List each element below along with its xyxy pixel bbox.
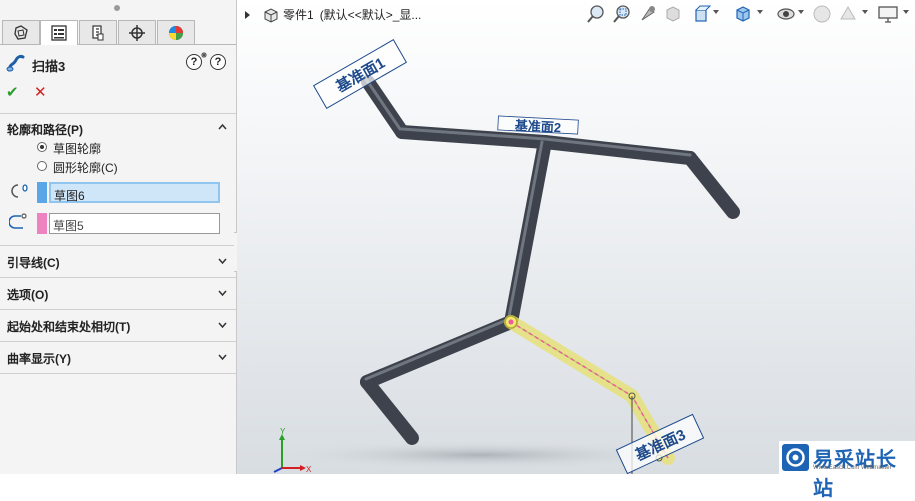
section-profile-path-title[interactable]: 轮廓和路径(P): [7, 121, 83, 138]
tube-segment[interactable]: [538, 135, 697, 165]
divider: [0, 341, 236, 342]
profile-color-swatch: [37, 182, 47, 203]
zoom-to-area-icon[interactable]: [612, 4, 632, 24]
path-field-value: 草图5: [53, 219, 84, 233]
plane-1-label[interactable]: 基准面1: [312, 39, 408, 109]
radio-circular-profile[interactable]: [37, 161, 47, 171]
tube-segment[interactable]: [504, 135, 552, 329]
panel-splitter[interactable]: [0, 0, 236, 16]
dropdown-caret[interactable]: [862, 10, 868, 14]
radio-sketch-profile-label[interactable]: 草图轮廓: [53, 140, 101, 157]
help-icon: ?: [190, 56, 198, 68]
help-topics-icon: ?: [214, 56, 222, 68]
display-manager-icon: [169, 25, 183, 40]
tab-configuration-manager[interactable]: [79, 20, 117, 44]
detailed-preview-icon: [201, 52, 207, 58]
watermark-title: 易采站长站: [813, 449, 897, 500]
chevron-down-icon[interactable]: [218, 288, 227, 297]
triad-x-label: X: [306, 465, 312, 474]
edit-appearance-icon[interactable]: [812, 4, 832, 24]
profile-field-value: 草图6: [54, 189, 85, 203]
plane-3-label[interactable]: 基准面3: [615, 413, 705, 474]
tube-segment[interactable]: [683, 151, 740, 219]
chevron-down-icon[interactable]: [218, 352, 227, 361]
triad-z-axis: [273, 467, 283, 473]
profile-icon: [11, 184, 28, 198]
radio-circular-profile-label[interactable]: 圆形轮廓(C): [53, 159, 118, 176]
divider: [0, 113, 236, 114]
section-guides-title[interactable]: 引导线(C): [7, 254, 60, 271]
manager-tabs: [0, 20, 236, 45]
dropdown-caret[interactable]: [798, 10, 804, 14]
graphics-area[interactable]: 基准面1 基准面2 基准面3 Y X: [237, 0, 915, 474]
help-button[interactable]: ?: [186, 54, 202, 70]
view-orientation-icon[interactable]: [733, 4, 753, 24]
path-start-point: [508, 319, 514, 325]
help-topics-button[interactable]: ?: [210, 54, 226, 70]
configuration-manager-icon: [92, 24, 104, 40]
feature-manager-icon: [14, 24, 28, 40]
dropdown-caret[interactable]: [713, 10, 719, 14]
watermark-subtitle: Www.Easck.Com Webmaster: [813, 465, 892, 471]
chevron-down-icon[interactable]: [218, 320, 227, 329]
dropdown-caret[interactable]: [903, 10, 909, 14]
tab-dimxpert-manager[interactable]: [118, 20, 156, 44]
part-config[interactable]: (默认<<默认>_显...: [320, 6, 422, 23]
triad-y-label: Y: [280, 427, 286, 436]
tab-display-manager[interactable]: [157, 20, 195, 44]
chevron-up-icon[interactable]: [218, 123, 227, 132]
section-tangency-title[interactable]: 起始处和结束处相切(T): [7, 318, 130, 335]
feature-breadcrumb[interactable]: 零件1 (默认<<默认>_显...: [244, 6, 421, 23]
path-color-swatch: [37, 213, 47, 234]
profile-field[interactable]: 草图6: [49, 182, 220, 203]
section-view-icon[interactable]: [663, 4, 683, 24]
expand-arrow-icon[interactable]: [244, 10, 252, 20]
property-manager-icon: [51, 25, 67, 41]
apply-scene-icon[interactable]: [838, 4, 858, 24]
feature-title: 扫描3: [32, 59, 66, 74]
part-icon: [264, 7, 278, 23]
divider: [0, 245, 236, 246]
section-curvature-title[interactable]: 曲率显示(Y): [7, 350, 71, 367]
cancel-button[interactable]: ✕: [34, 83, 47, 101]
tube-segment[interactable]: [360, 375, 419, 445]
dynamic-annotation-icon[interactable]: [691, 4, 711, 24]
divider: [0, 373, 236, 374]
part-name[interactable]: 零件1: [283, 6, 314, 23]
zoom-to-fit-icon[interactable]: [586, 4, 606, 24]
previous-view-icon[interactable]: [638, 4, 658, 24]
watermark: 易采站长站 Www.Easck.Com Webmaster: [779, 441, 915, 500]
sweep-icon: [6, 54, 25, 72]
section-options-title[interactable]: 选项(O): [7, 286, 48, 303]
watermark-logo: [782, 444, 809, 471]
divider: [0, 309, 236, 310]
view-settings-icon[interactable]: [877, 4, 899, 24]
chevron-down-icon[interactable]: [218, 256, 227, 265]
plane-2-text: 基准面2: [513, 118, 561, 135]
tab-feature-manager[interactable]: [2, 20, 40, 44]
splitter-handle[interactable]: [114, 5, 120, 11]
feature-header: 扫描3 ? ?: [6, 52, 230, 74]
heads-up-view-toolbar: [586, 4, 911, 26]
ok-button[interactable]: ✔: [6, 83, 19, 101]
sweep-body[interactable]: [360, 75, 740, 445]
model-canvas[interactable]: 基准面1 基准面2 基准面3 Y X: [237, 0, 915, 474]
dropdown-caret[interactable]: [757, 10, 763, 14]
tab-property-manager[interactable]: [40, 20, 78, 45]
hide-show-items-icon[interactable]: [776, 4, 796, 24]
path-icon: [9, 213, 27, 229]
path-field[interactable]: 草图5: [49, 213, 220, 234]
tube-segment[interactable]: [360, 315, 518, 389]
property-manager-panel: 扫描3 ? ? ✔ ✕ 轮廓和路径(P) 草图轮廓 圆形轮廓(C) 草图6 草图…: [0, 0, 237, 474]
divider: [0, 277, 236, 278]
dimxpert-icon: [129, 24, 145, 41]
radio-sketch-profile[interactable]: [37, 142, 47, 152]
